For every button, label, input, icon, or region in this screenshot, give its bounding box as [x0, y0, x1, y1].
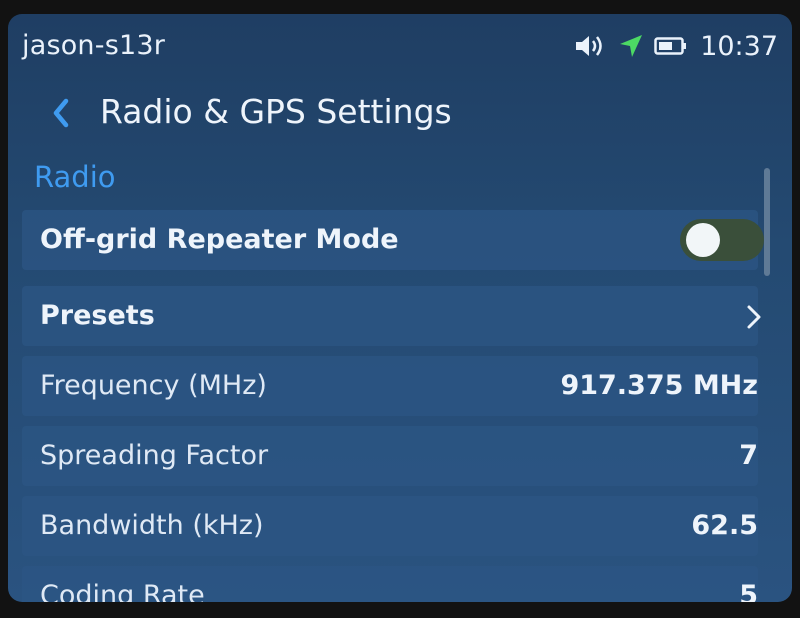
- row-value: 7: [739, 440, 758, 471]
- clock: 10:37: [700, 30, 778, 62]
- status-icons: 10:37: [574, 28, 778, 64]
- row-coding-rate[interactable]: Coding Rate 5: [22, 566, 758, 602]
- row-presets[interactable]: Presets: [22, 286, 761, 346]
- row-offgrid-repeater-mode[interactable]: Off-grid Repeater Mode: [22, 210, 764, 270]
- row-value: 62.5: [691, 510, 758, 541]
- device-screen: jason-s13r 10:37 Radio & GPS Settings Ra…: [8, 14, 792, 602]
- toggle-knob: [686, 223, 720, 257]
- row-label: Presets: [40, 300, 155, 331]
- repeater-mode-toggle[interactable]: [680, 219, 764, 261]
- page-title: Radio & GPS Settings: [100, 92, 452, 131]
- status-bar: jason-s13r 10:37: [8, 14, 792, 78]
- row-label: Frequency (MHz): [40, 370, 267, 401]
- row-value: 917.375 MHz: [560, 370, 758, 401]
- row-frequency[interactable]: Frequency (MHz) 917.375 MHz: [22, 356, 758, 416]
- row-spreading-factor[interactable]: Spreading Factor 7: [22, 426, 758, 486]
- scrollbar[interactable]: [764, 168, 770, 276]
- speaker-icon: [574, 33, 608, 59]
- battery-icon: [654, 36, 688, 56]
- device-name: jason-s13r: [22, 30, 166, 61]
- row-label: Bandwidth (kHz): [40, 510, 264, 541]
- row-label: Off-grid Repeater Mode: [40, 224, 399, 255]
- device-bezel: jason-s13r 10:37 Radio & GPS Settings Ra…: [0, 0, 800, 618]
- row-value: 5: [739, 580, 758, 602]
- chevron-left-icon[interactable]: [48, 96, 74, 130]
- title-bar: Radio & GPS Settings: [8, 78, 792, 148]
- gps-arrow-icon: [618, 33, 644, 59]
- row-label: Spreading Factor: [40, 440, 269, 471]
- chevron-right-icon: [746, 304, 762, 330]
- row-label: Coding Rate: [40, 580, 205, 602]
- section-header-radio: Radio: [34, 160, 116, 194]
- row-bandwidth[interactable]: Bandwidth (kHz) 62.5: [22, 496, 758, 556]
